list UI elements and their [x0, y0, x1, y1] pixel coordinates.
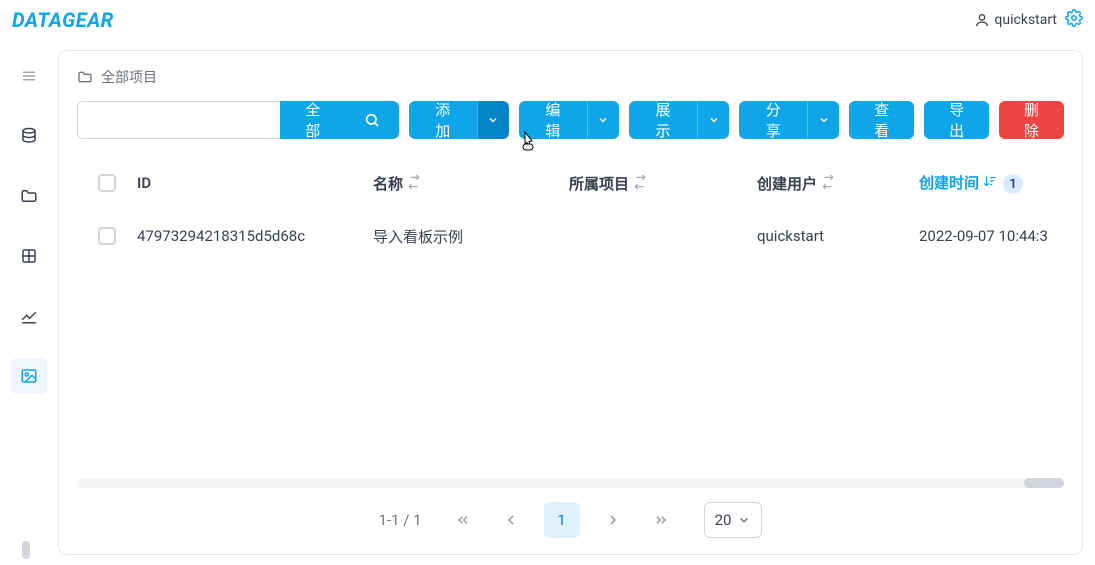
chevron-right-icon [605, 512, 621, 528]
column-header-time[interactable]: 创建时间1 [919, 172, 1064, 195]
pager-first[interactable] [448, 505, 478, 535]
sidebar-item-database[interactable] [11, 118, 47, 154]
chevron-left-icon [503, 512, 519, 528]
pagination: 1-1 / 1 1 20 [77, 496, 1064, 544]
chevron-down-icon [487, 114, 499, 126]
chevron-down-icon [818, 114, 830, 126]
sidebar [0, 40, 58, 565]
share-dropdown[interactable] [807, 101, 839, 139]
column-header-id[interactable]: ID [137, 174, 373, 192]
select-all-checkbox[interactable] [98, 174, 116, 192]
settings-button[interactable] [1065, 9, 1083, 31]
search-button[interactable] [345, 101, 399, 139]
user-menu[interactable]: quickstart [974, 12, 1057, 28]
chart-icon [20, 307, 38, 325]
share-button[interactable]: 分享 [739, 101, 807, 139]
pager-current[interactable]: 1 [544, 502, 580, 538]
menu-icon [20, 67, 38, 85]
cell-name: 导入看板示例 [373, 226, 569, 247]
column-header-user[interactable]: 创建用户 [757, 173, 919, 194]
cell-time: 2022-09-07 10:44:3 [919, 227, 1064, 245]
page-size-value: 20 [715, 511, 732, 529]
column-header-project[interactable]: 所属项目 [569, 173, 757, 194]
edit-dropdown[interactable] [587, 101, 619, 139]
sort-desc-icon [983, 174, 997, 188]
database-icon [20, 127, 38, 145]
add-dropdown[interactable] [477, 101, 509, 139]
table-row[interactable]: 47973294218315d5d68c 导入看板示例 quickstart 2… [77, 209, 1064, 263]
add-button[interactable]: 添加 [409, 101, 477, 139]
sort-priority-badge: 1 [1003, 174, 1023, 194]
scrollbar-thumb[interactable] [1024, 478, 1064, 488]
pager-last[interactable] [646, 505, 676, 535]
chevrons-left-icon [455, 512, 471, 528]
filter-all-button[interactable]: 全部 [280, 101, 345, 139]
horizontal-scrollbar[interactable] [77, 478, 1064, 488]
column-header-name[interactable]: 名称 [373, 173, 569, 194]
page-size-select[interactable]: 20 [704, 502, 763, 538]
row-checkbox[interactable] [98, 227, 116, 245]
chevron-down-icon [597, 114, 609, 126]
show-dropdown[interactable] [697, 101, 729, 139]
sort-icon [821, 175, 835, 189]
delete-button[interactable]: 删除 [999, 101, 1064, 139]
sidebar-item-folder[interactable] [11, 178, 47, 214]
sidebar-scrollbar-thumb[interactable] [22, 541, 30, 559]
folder-icon [20, 187, 38, 205]
pager-next[interactable] [598, 505, 628, 535]
sidebar-item-grid[interactable] [11, 238, 47, 274]
search-icon [364, 112, 380, 128]
table-header-row: ID 名称 所属项目 创建用户 创建时间1 [77, 157, 1064, 209]
cell-id: 47973294218315d5d68c [137, 227, 373, 245]
pager-info: 1-1 / 1 [379, 511, 422, 529]
sort-icon [407, 175, 421, 189]
breadcrumb-label: 全部项目 [101, 67, 157, 87]
show-button[interactable]: 展示 [629, 101, 697, 139]
image-icon [20, 367, 38, 385]
pager-prev[interactable] [496, 505, 526, 535]
chevrons-right-icon [653, 512, 669, 528]
search-input[interactable] [77, 101, 280, 139]
cell-user: quickstart [757, 227, 919, 245]
sidebar-item-dashboard[interactable] [11, 358, 47, 394]
folder-icon [77, 69, 93, 85]
brand-logo[interactable]: DATAGEAR [12, 8, 114, 32]
user-icon [974, 12, 990, 28]
chevron-down-icon [737, 513, 751, 527]
gear-icon [1065, 9, 1083, 27]
grid-icon [20, 247, 38, 265]
sidebar-item-menu[interactable] [11, 58, 47, 94]
edit-button[interactable]: 编辑 [519, 101, 587, 139]
sidebar-item-chart[interactable] [11, 298, 47, 334]
user-name: quickstart [994, 12, 1057, 28]
chevron-down-icon [708, 114, 720, 126]
breadcrumb: 全部项目 [77, 67, 1064, 87]
view-button[interactable]: 查看 [849, 101, 914, 139]
export-button[interactable]: 导出 [924, 101, 989, 139]
sort-icon [633, 175, 647, 189]
